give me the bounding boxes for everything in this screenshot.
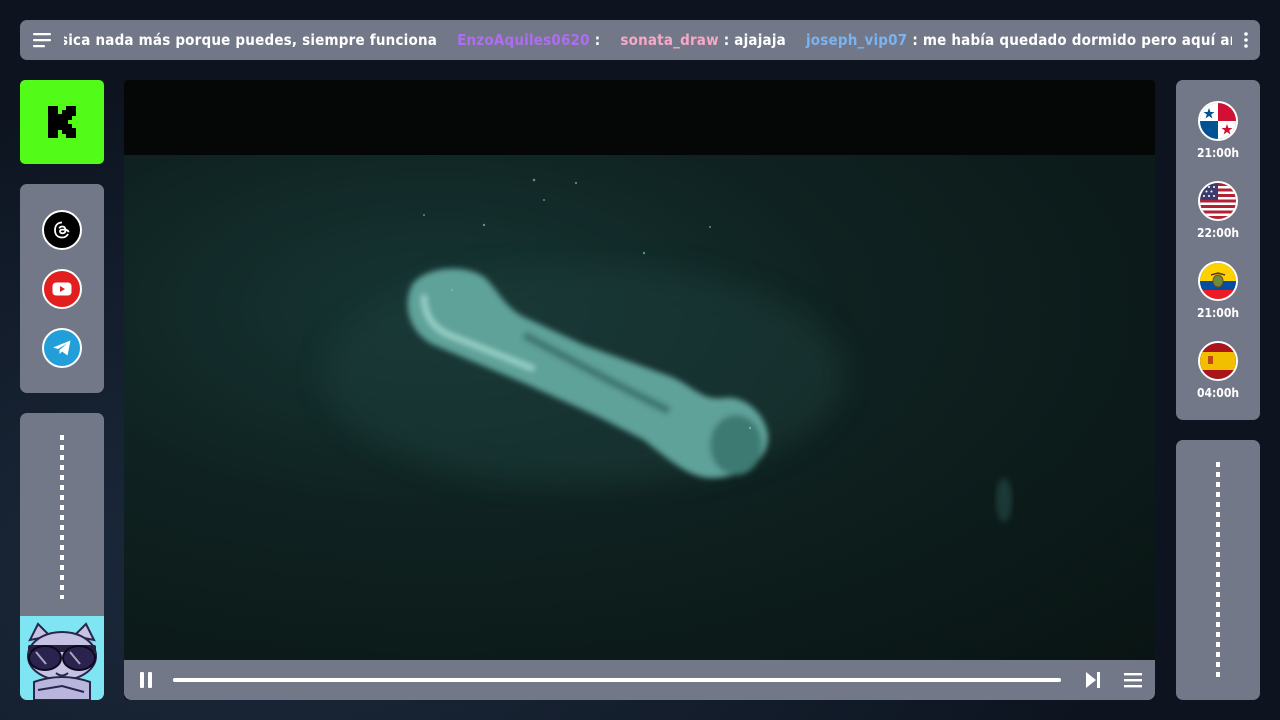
video-player[interactable] <box>124 80 1155 700</box>
chat-text: : me había quedado dormido pero aquí and… <box>912 31 1232 49</box>
chat-message: sica nada más porque puedes, siempre fun… <box>64 31 437 49</box>
youtube-button[interactable] <box>42 269 82 309</box>
chat-username[interactable]: joseph_vip07 <box>806 31 907 49</box>
more-options-button[interactable] <box>1232 20 1260 60</box>
youtube-icon <box>52 282 72 296</box>
chat-username[interactable]: EnzoAquiles0620 <box>457 31 590 49</box>
dotted-divider <box>60 435 64 599</box>
chat-text: : ajajaja <box>723 31 786 49</box>
schedule-time: 04:00h <box>1196 386 1240 400</box>
chat-message: sonata_draw : ajajaja <box>620 31 786 49</box>
chat-text: sica nada más porque puedes, siempre fun… <box>64 31 438 49</box>
chat-message: EnzoAquiles0620: <box>457 31 600 49</box>
pause-icon <box>140 672 152 688</box>
cat-avatar <box>20 616 104 700</box>
usa-flag-icon <box>1198 181 1238 221</box>
video-frame <box>124 155 1155 665</box>
spain-flag-icon <box>1198 341 1238 381</box>
schedule-time: 21:00h <box>1196 306 1240 320</box>
threads-button[interactable] <box>42 210 82 250</box>
social-links-panel <box>20 184 104 393</box>
kick-k-icon <box>48 106 76 138</box>
telegram-icon <box>53 340 71 356</box>
telegram-button[interactable] <box>42 328 82 368</box>
playlist-icon <box>1124 673 1142 688</box>
pause-button[interactable] <box>124 660 168 700</box>
cool-cat-icon <box>27 622 97 700</box>
threads-icon <box>54 221 70 239</box>
ecuador-flag-icon <box>1198 261 1238 301</box>
schedule-time: 21:00h <box>1196 146 1240 160</box>
hamburger-icon <box>33 33 51 48</box>
skip-next-icon <box>1086 672 1100 688</box>
chat-text: : <box>594 31 601 49</box>
chat-messages: sica nada más porque puedes, siempre fun… <box>64 20 1232 60</box>
chat-username[interactable]: sonata_draw <box>620 31 718 49</box>
schedule-item-ecuador: 21:00h <box>1176 261 1260 320</box>
chat-ticker: sica nada más porque puedes, siempre fun… <box>20 20 1260 60</box>
progress-fill <box>173 678 1061 682</box>
panama-flag-icon <box>1198 101 1238 141</box>
kick-logo[interactable] <box>20 80 104 164</box>
dotted-divider <box>1216 462 1220 678</box>
video-content <box>324 178 1012 522</box>
right-decor-panel <box>1176 440 1260 700</box>
player-controls <box>124 660 1155 700</box>
menu-button[interactable] <box>20 20 64 60</box>
schedule-item-usa: 22:00h <box>1176 181 1260 240</box>
kebab-menu-icon <box>1244 32 1248 48</box>
chat-message: joseph_vip07 : me había quedado dormido p… <box>806 31 1232 49</box>
schedule-panel: 21:00h 22:00h 21:00h 04:00h <box>1176 80 1260 420</box>
skip-next-button[interactable] <box>1075 660 1111 700</box>
playlist-button[interactable] <box>1111 660 1155 700</box>
left-decor-panel <box>20 413 104 700</box>
progress-bar[interactable] <box>173 678 1061 682</box>
schedule-time: 22:00h <box>1196 226 1240 240</box>
schedule-item-spain: 04:00h <box>1176 341 1260 400</box>
schedule-item-panama: 21:00h <box>1176 101 1260 160</box>
